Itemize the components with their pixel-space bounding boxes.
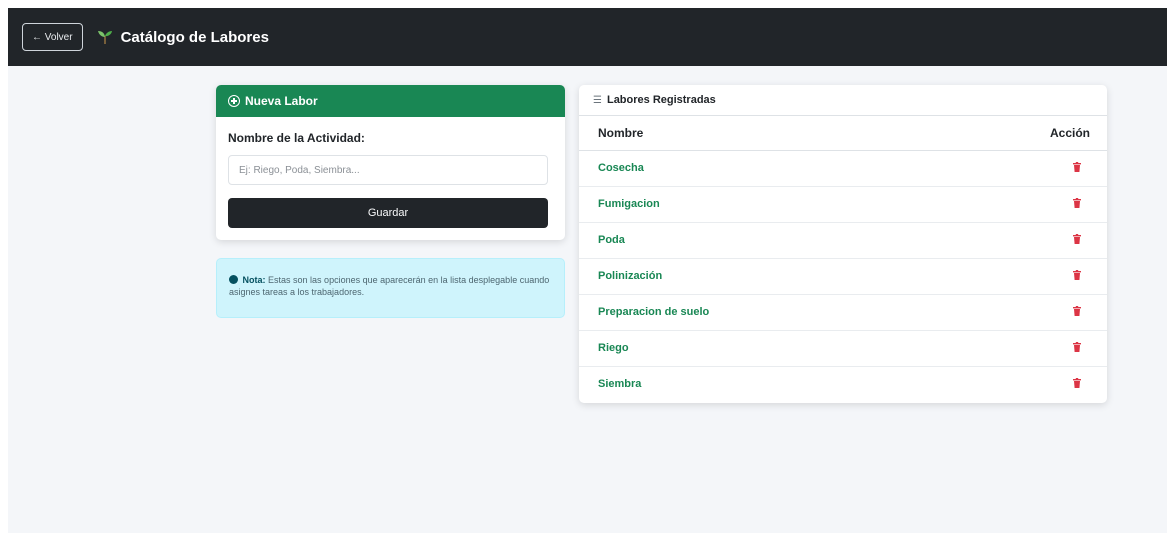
- labor-name: Polinización: [579, 258, 913, 295]
- activity-name-label: Nombre de la Actividad:: [228, 131, 365, 145]
- note-label: Nota:: [242, 275, 266, 285]
- action-cell: [912, 294, 1107, 331]
- table-row: Preparacion de suelo: [579, 294, 1107, 331]
- labor-name: Fumigacion: [579, 186, 913, 223]
- page: ← Volver Catálogo de Labores Nueva Labor…: [8, 8, 1167, 533]
- new-labor-header: Nueva Labor: [216, 85, 565, 117]
- new-labor-card: Nueva Labor Nombre de la Actividad: Guar…: [216, 85, 565, 240]
- labor-name: Preparacion de suelo: [579, 294, 913, 331]
- sprout-icon: [97, 31, 112, 44]
- column-header-action: Acción: [912, 116, 1107, 151]
- trash-icon[interactable]: [1073, 269, 1081, 280]
- registered-labors-card: ☰ Labores Registradas Nombre Acción Cose…: [579, 85, 1107, 403]
- labor-name: Poda: [579, 222, 913, 259]
- table-header-row: Nombre Acción: [579, 116, 1107, 151]
- save-button[interactable]: Guardar: [228, 198, 548, 228]
- trash-icon[interactable]: [1073, 377, 1081, 388]
- new-labor-title: Nueva Labor: [245, 94, 318, 108]
- top-navbar: ← Volver Catálogo de Labores: [8, 8, 1167, 66]
- new-labor-form: Nombre de la Actividad: Guardar: [216, 117, 565, 228]
- table-row: Fumigacion: [579, 186, 1107, 223]
- labor-name: Siembra: [598, 378, 642, 391]
- action-cell: [912, 330, 1107, 367]
- labors-table: Nombre Acción Cosecha Fumigacion Poda Po…: [579, 116, 1107, 402]
- trash-icon[interactable]: [1073, 197, 1081, 208]
- labor-name: Riego: [579, 330, 913, 367]
- trash-icon[interactable]: [1073, 161, 1081, 172]
- back-button-label: ← Volver: [32, 31, 73, 43]
- plus-circle-icon: [228, 95, 240, 107]
- action-cell: [912, 150, 1107, 187]
- table-row: Polinización: [579, 258, 1107, 295]
- column-header-name: Nombre: [579, 116, 913, 151]
- action-cell: [912, 366, 1107, 402]
- brand: Catálogo de Labores: [97, 29, 269, 46]
- trash-icon[interactable]: [1073, 305, 1081, 316]
- note-text: Estas son las opciones que aparecerán en…: [229, 275, 550, 297]
- activity-name-input[interactable]: [228, 155, 548, 185]
- trash-icon[interactable]: [1073, 341, 1081, 352]
- list-icon: ☰: [593, 94, 602, 106]
- table-row: Siembra: [579, 366, 1107, 402]
- page-title: Catálogo de Labores: [120, 28, 269, 46]
- table-row: Cosecha: [579, 150, 1107, 187]
- action-cell: [912, 222, 1107, 259]
- back-button[interactable]: ← Volver: [22, 23, 83, 51]
- registered-labors-title: Labores Registradas: [606, 94, 716, 106]
- trash-icon[interactable]: [1073, 233, 1081, 244]
- info-circle-icon: [229, 275, 238, 284]
- table-row: Poda: [579, 222, 1107, 259]
- table-row: Riego: [579, 330, 1107, 367]
- labor-name: Cosecha: [579, 150, 913, 187]
- registered-labors-header: ☰ Labores Registradas: [579, 85, 1107, 116]
- info-note: Nota: Estas son las opciones que aparece…: [216, 258, 565, 318]
- action-cell: [912, 258, 1107, 295]
- action-cell: [912, 186, 1107, 223]
